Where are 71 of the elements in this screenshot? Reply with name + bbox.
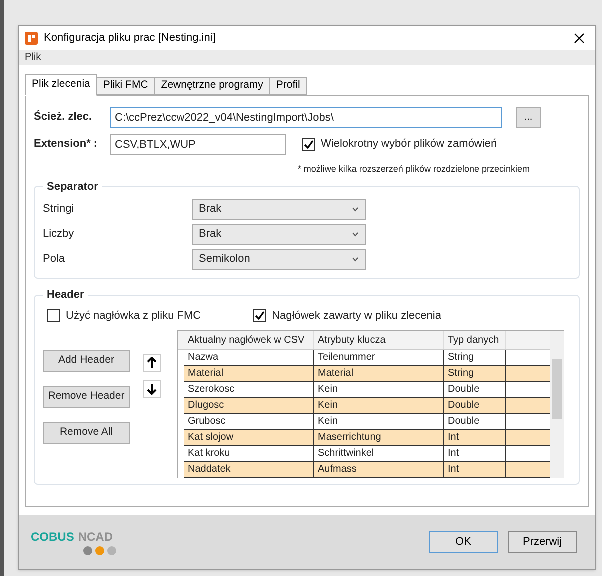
column-header[interactable]: Aktualny nagłówek w CSV (184, 331, 314, 349)
checkbox[interactable] (302, 138, 315, 151)
table-cell: Kein (314, 414, 444, 429)
table-cell: Double (444, 414, 506, 429)
dropdown[interactable]: Semikolon (192, 249, 366, 270)
table-cell: Naddatek (184, 462, 314, 477)
chevron-icon (352, 232, 359, 237)
logo-text: NCAD (78, 529, 114, 546)
dots-icon (83, 546, 119, 556)
action-button[interactable]: Remove All (43, 422, 130, 444)
table-cell: Teilenummer (314, 350, 444, 365)
table-cell: String (444, 366, 506, 381)
checkbox-label: Nagłówek zawarty w pliku zlecenia (272, 308, 442, 324)
group-title: Header (46, 288, 86, 303)
table-cell: Schrittwinkel (314, 446, 444, 461)
checkbox[interactable] (47, 309, 60, 322)
field-label: Liczby (43, 227, 76, 242)
move-down-button[interactable] (143, 380, 161, 398)
scrollbar[interactable] (550, 331, 564, 478)
extension-label: Extension* : (34, 137, 99, 152)
menu-item[interactable]: Plik (25, 50, 42, 65)
tab[interactable]: Pliki FMC (96, 77, 156, 95)
table-cell: Aufmass (314, 462, 444, 477)
path-field[interactable]: C:\ccPrez\ccw2022_v04\NestingImport\Jobs\ (110, 107, 502, 128)
chevron-icon (352, 257, 359, 262)
table-cell: Int (444, 462, 506, 477)
hint-text: * możliwe kilka rozszerzeń plików rozdzielone przecinkiem (296, 163, 531, 176)
move-up-button[interactable] (143, 354, 161, 372)
extension-field[interactable]: CSV,BTLX,WUP (110, 134, 286, 155)
action-button[interactable]: Remove Header (43, 386, 130, 408)
column-header[interactable]: Atrybuty klucza (314, 331, 444, 349)
dropdown[interactable]: Brak (192, 199, 366, 220)
app-icon (25, 32, 38, 44)
table-cell: Kat kroku (184, 446, 314, 461)
table-cell: Double (444, 398, 506, 413)
table-cell: Maserrichtung (314, 430, 444, 445)
table-cell: Kat slojow (184, 430, 314, 445)
field-label: Stringi (43, 202, 76, 218)
table-cell: Dlugosc (184, 398, 314, 413)
table-cell: Kein (314, 398, 444, 413)
tab[interactable]: Profil (269, 77, 308, 95)
table-cell: Kein (314, 382, 444, 397)
table-cell: Nazwa (184, 350, 314, 365)
group-title: Separator (46, 180, 100, 194)
table-cell: Material (314, 366, 444, 381)
table-cell: Grubosc (184, 414, 314, 429)
logo-text: COBUS (31, 529, 74, 546)
ok-button[interactable]: OK (429, 531, 498, 553)
close-icon[interactable] (574, 32, 585, 44)
table-cell: Material (184, 366, 314, 381)
checkbox-label: Użyć nagłówka z pliku FMC (66, 308, 202, 324)
cancel-button[interactable]: Przerwij (508, 531, 577, 553)
tab[interactable]: Zewnętrzne programy (154, 77, 270, 95)
field-label: Pola (43, 252, 66, 268)
table-cell: Int (444, 430, 506, 445)
arrow-up-icon (147, 357, 157, 369)
chevron-icon (352, 207, 359, 212)
checkbox-label: Wielokrotny wybór plików zamówień (321, 137, 498, 152)
window-title: Konfiguracja pliku prac [Nesting.ini] (44, 30, 217, 46)
tab[interactable]: Plik zlecenia (25, 74, 98, 96)
browse-button[interactable]: ... (516, 107, 541, 128)
table-cell: Double (444, 382, 506, 397)
table-cell: Szerokosc (184, 382, 314, 397)
dropdown[interactable]: Brak (192, 224, 366, 245)
column-header[interactable]: Typ danych (444, 331, 506, 349)
path-label: Ścież. zlec. (34, 109, 94, 126)
table-cell: String (444, 350, 506, 365)
arrow-down-icon (147, 383, 157, 395)
action-button[interactable]: Add Header (43, 350, 130, 372)
table-cell: Int (444, 446, 506, 461)
checkbox[interactable] (253, 309, 266, 322)
